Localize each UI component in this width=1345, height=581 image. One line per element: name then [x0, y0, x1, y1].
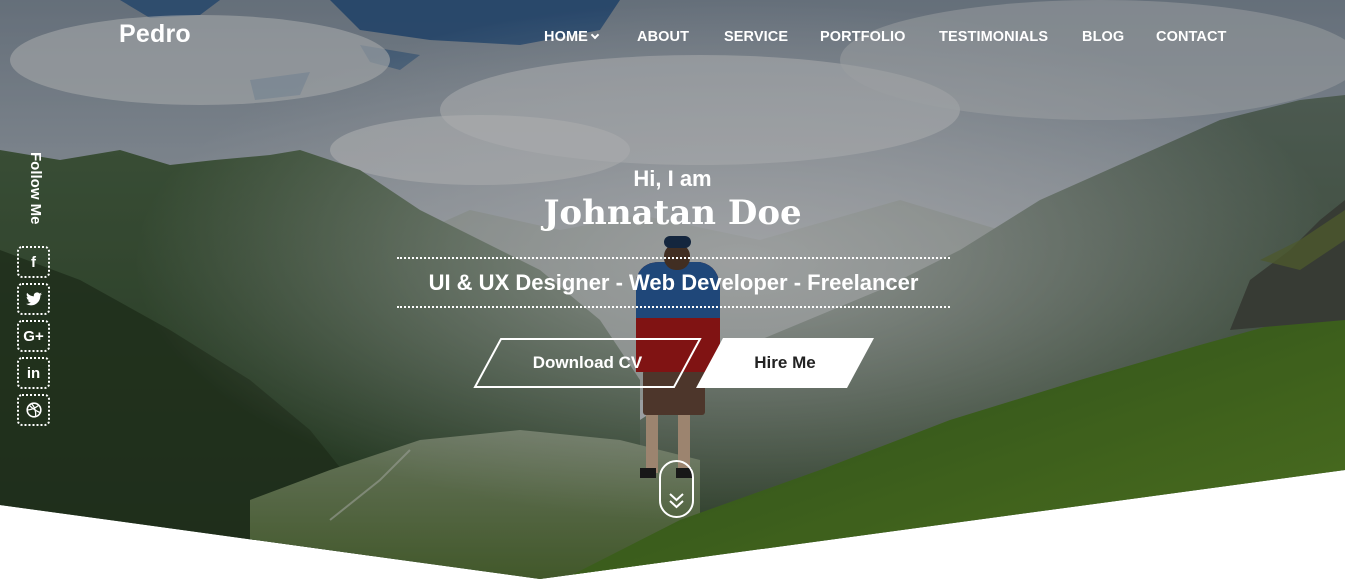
facebook-icon: f	[31, 253, 36, 271]
download-cv-label: Download CV	[532, 353, 643, 372]
nav-service[interactable]: SERVICE	[724, 29, 788, 45]
nav-testimonials[interactable]: TESTIMONIALS	[939, 29, 1048, 45]
chevron-down-icon	[590, 30, 600, 40]
main-nav: HOME ABOUT SERVICE PORTFOLIO TESTIMONIAL…	[0, 29, 1345, 47]
nav-about[interactable]: ABOUT	[637, 29, 689, 45]
twitter-link[interactable]	[17, 283, 50, 315]
roles-text: UI & UX Designer - Web Developer - Freel…	[428, 269, 919, 295]
google-plus-link[interactable]: G+	[17, 320, 50, 352]
linkedin-link[interactable]: in	[17, 357, 50, 389]
google-plus-icon: G+	[23, 327, 44, 345]
twitter-icon	[25, 292, 42, 306]
nav-contact[interactable]: CONTACT	[1156, 29, 1227, 45]
nav-home-label: HOME	[544, 29, 588, 45]
facebook-link[interactable]: f	[17, 246, 50, 278]
nav-blog[interactable]: BLOG	[1082, 29, 1124, 45]
dribbble-link[interactable]	[17, 394, 50, 426]
roles-banner: UI & UX Designer - Web Developer - Freel…	[397, 257, 950, 308]
nav-portfolio[interactable]: PORTFOLIO	[820, 29, 905, 45]
hire-me-label: Hire Me	[754, 353, 816, 372]
download-cv-button[interactable]: Download CV	[473, 338, 702, 388]
scroll-down-button[interactable]	[659, 460, 694, 518]
hire-me-button[interactable]: Hire Me	[696, 338, 874, 388]
double-chevron-down-icon	[669, 493, 684, 509]
greeting-text: Hi, I am	[633, 166, 712, 191]
dribbble-icon	[25, 402, 42, 418]
linkedin-icon: in	[26, 364, 41, 382]
nav-home[interactable]: HOME	[544, 29, 600, 45]
hero-name: Johnatan Doe	[543, 193, 802, 233]
